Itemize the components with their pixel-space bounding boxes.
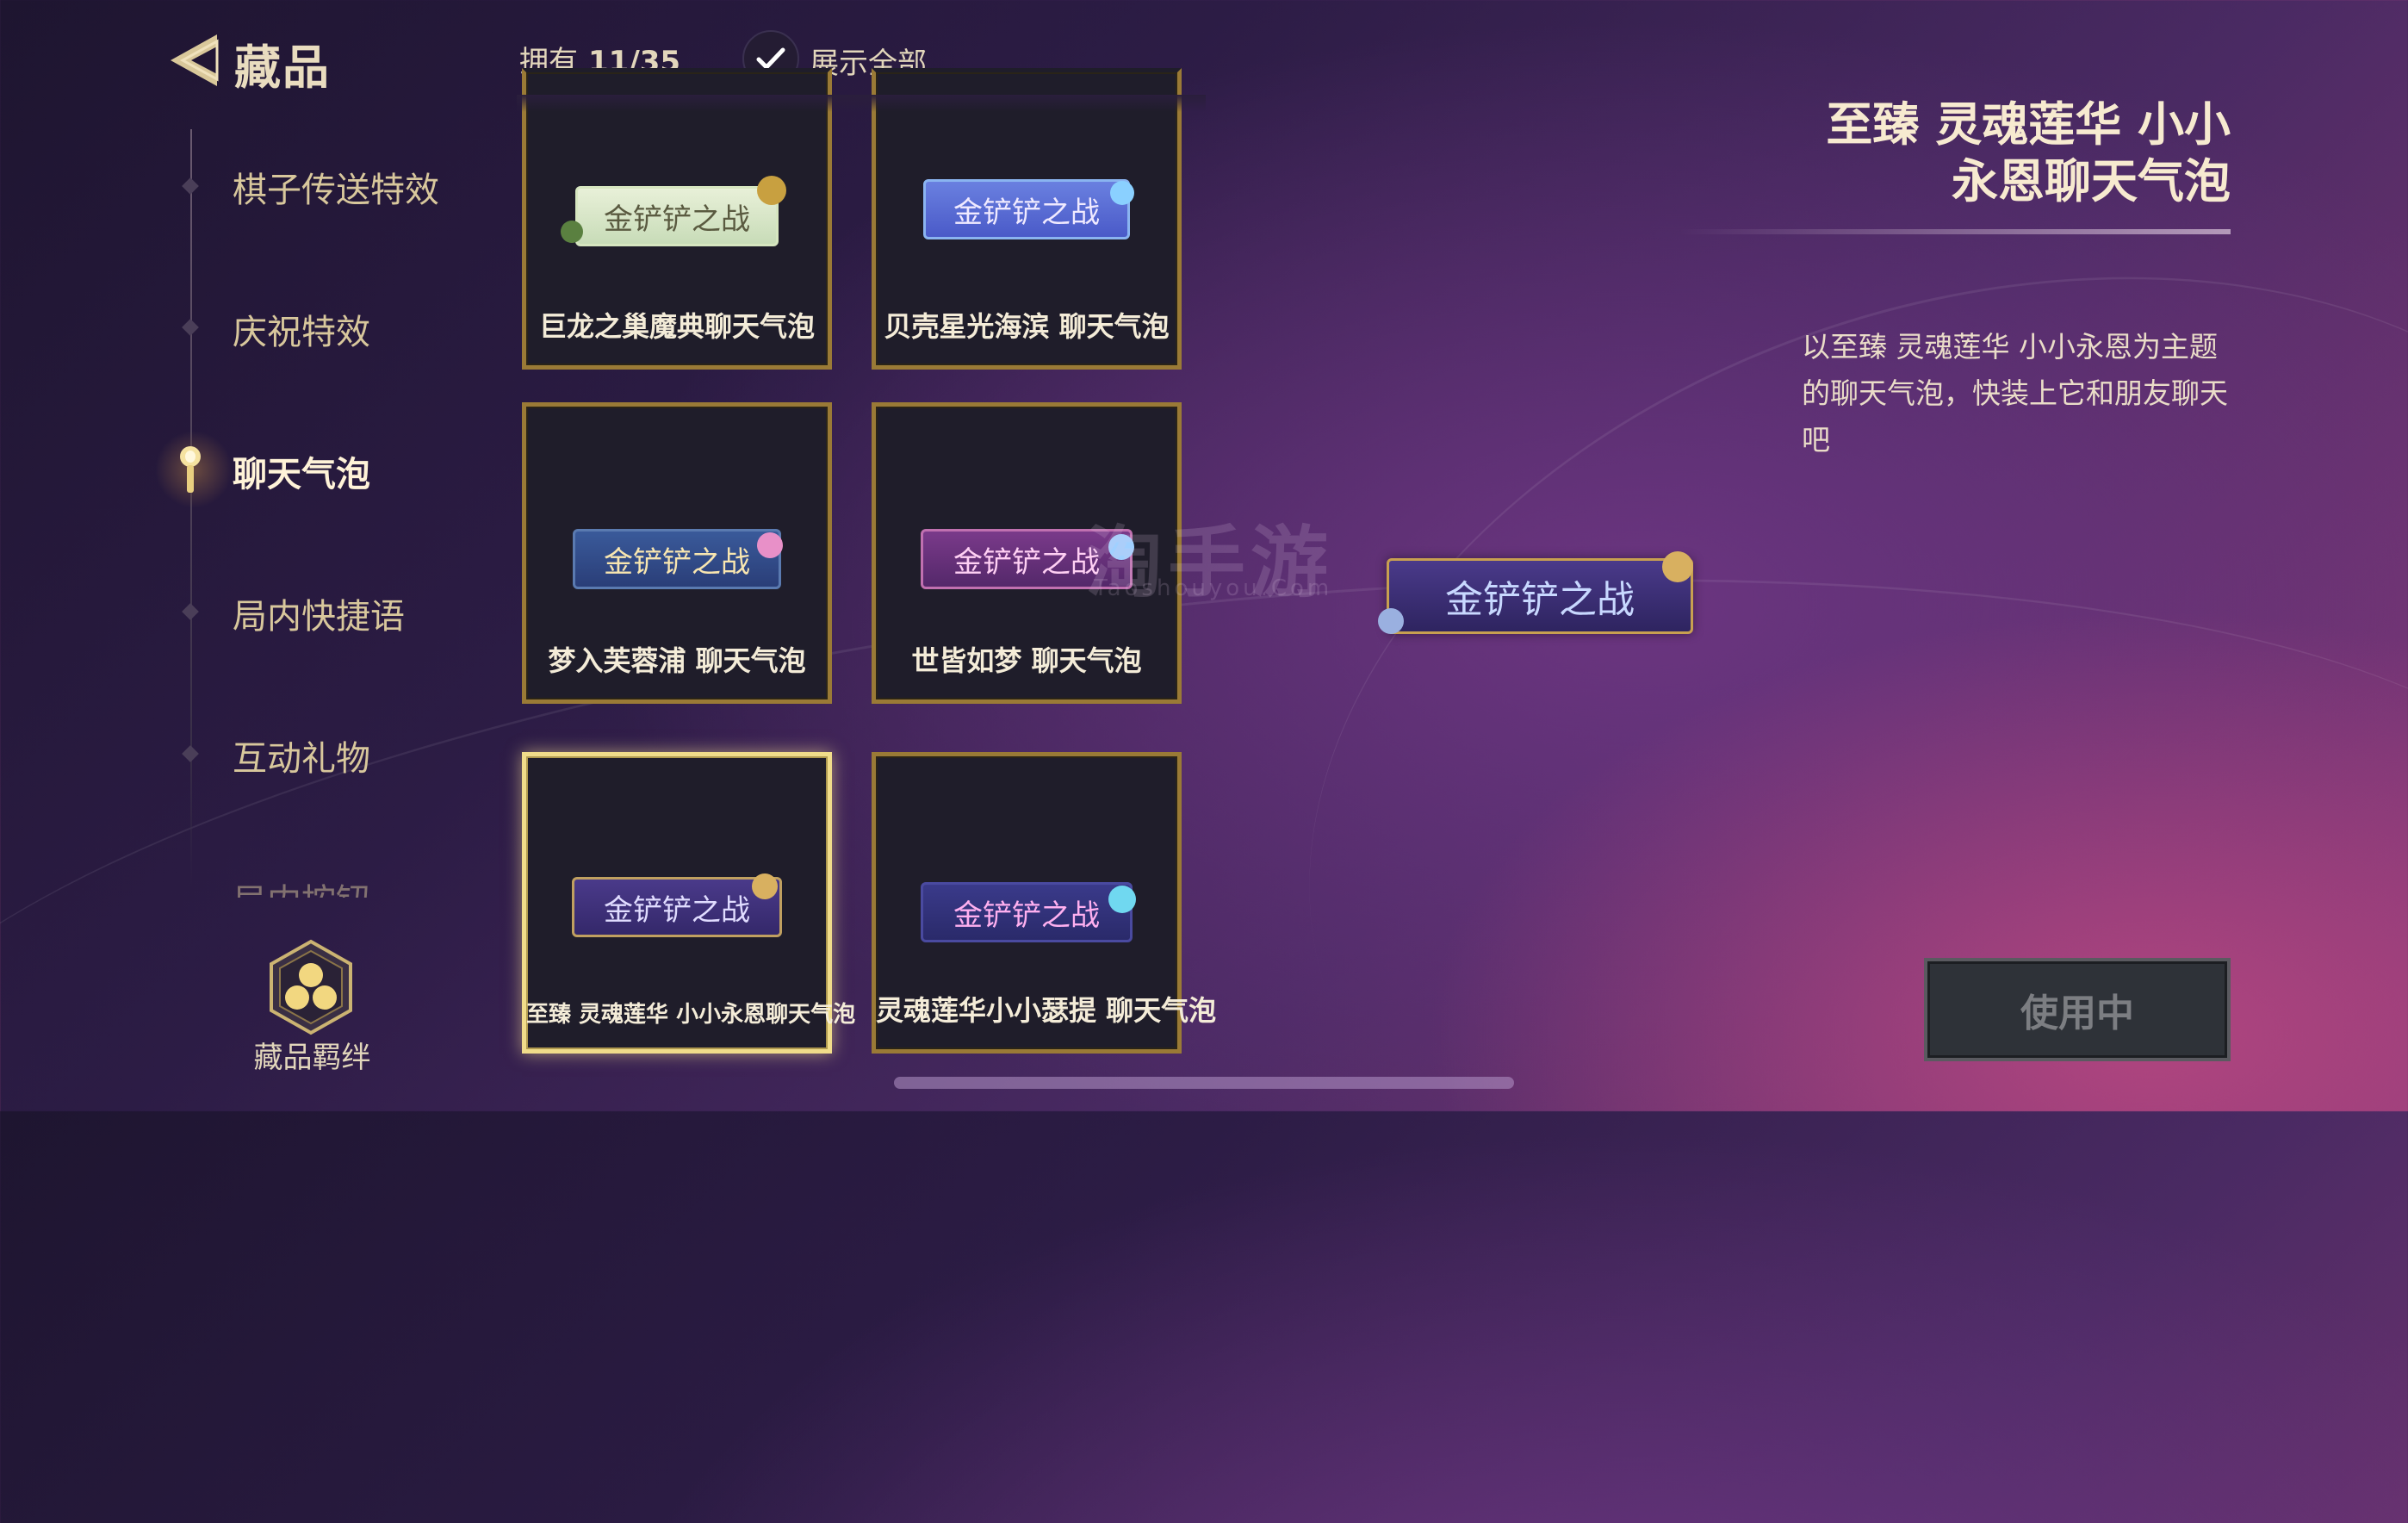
title-divider <box>1679 229 2231 234</box>
collection-card[interactable]: 金铲铲之战 梦入芙蓉浦 聊天气泡 <box>522 402 832 704</box>
crystal-ornament-icon <box>1108 886 1136 913</box>
sidebar-item-chat-bubble[interactable]: 聊天气泡 <box>233 446 370 496</box>
gold-ornament-icon <box>1662 551 1693 582</box>
card-name: 世皆如梦 聊天气泡 <box>911 644 1142 677</box>
card-name: 灵魂莲华小小瑟提 聊天气泡 <box>876 994 1217 1027</box>
chat-bubble-preview: 金铲铲之战 <box>923 179 1130 239</box>
preview-title-line: 永恩聊天气泡 <box>1952 154 2231 208</box>
nav-dot <box>182 603 199 620</box>
back-arrow-icon[interactable] <box>164 26 233 95</box>
collection-card[interactable]: 金铲铲之战 巨龙之巢魔典聊天气泡 <box>522 68 832 370</box>
sidebar-item-in-game-button[interactable]: 局内按钮 <box>233 873 370 898</box>
preview-description: 以至臻 灵魂莲华 小小永恩为主题的聊天气泡，快装上它和朋友聊天吧 <box>1802 330 2228 457</box>
grid-top-fade <box>517 95 1206 112</box>
leaf-ornament-icon <box>757 176 786 205</box>
page-title: 藏品 <box>234 40 331 95</box>
preview-title-line: 至臻 灵魂莲华 小小 <box>1826 97 2231 152</box>
card-name: 贝壳星光海滨 聊天气泡 <box>884 310 1170 343</box>
horizontal-scrollbar[interactable] <box>894 1077 1514 1089</box>
watermark-sub: Taoshouyou.Com <box>1094 575 1333 601</box>
chat-bubble-preview: 金铲铲之战 <box>572 877 782 937</box>
sidebar-item-celebration[interactable]: 庆祝特效 <box>233 304 370 354</box>
sidebar-item-quick-chat[interactable]: 局内快捷语 <box>233 588 405 638</box>
lotus-ornament-icon <box>757 532 783 558</box>
preview-chat-bubble: 金铲铲之战 <box>1387 558 1693 634</box>
in-use-button[interactable]: 使用中 <box>1924 958 2231 1061</box>
star-ornament-icon <box>1110 181 1134 205</box>
collection-card[interactable]: 金铲铲之战 贝壳星光海滨 聊天气泡 <box>872 68 1182 370</box>
chat-bubble-preview: 金铲铲之战 <box>573 529 781 589</box>
collection-card[interactable]: 金铲铲之战 灵魂莲华小小瑟提 聊天气泡 <box>872 752 1217 1054</box>
chat-bubble-preview: 金铲铲之战 <box>575 186 779 246</box>
nav-dot <box>182 319 199 336</box>
card-name: 梦入芙蓉浦 聊天气泡 <box>548 644 806 677</box>
collection-card-selected[interactable]: 金铲铲之战 至臻 灵魂莲华 小小永恩聊天气泡 <box>522 752 856 1054</box>
collection-bond-label[interactable]: 藏品羁绊 <box>233 1034 392 1076</box>
card-name: 巨龙之巢魔典聊天气泡 <box>538 310 815 343</box>
sidebar-item-piece-teleport[interactable]: 棋子传送特效 <box>233 162 439 212</box>
nav-dot <box>182 177 199 195</box>
card-name: 至臻 灵魂莲华 小小永恩聊天气泡 <box>526 1002 856 1028</box>
chat-bubble-preview: 金铲铲之战 <box>921 882 1133 942</box>
collection-bond-icon[interactable] <box>267 939 355 1035</box>
preview-title: 至臻 灵魂莲华 小小 永恩聊天气泡 <box>1714 96 2231 210</box>
sidebar-item-interactive-gift[interactable]: 互动礼物 <box>233 730 370 780</box>
torch-icon <box>180 446 201 493</box>
leaf-ornament-icon <box>561 221 583 243</box>
gold-ornament-icon <box>752 873 778 899</box>
lotus-ornament-icon <box>1378 608 1404 634</box>
sidebar-rail <box>190 129 192 887</box>
nav-dot <box>182 745 199 762</box>
